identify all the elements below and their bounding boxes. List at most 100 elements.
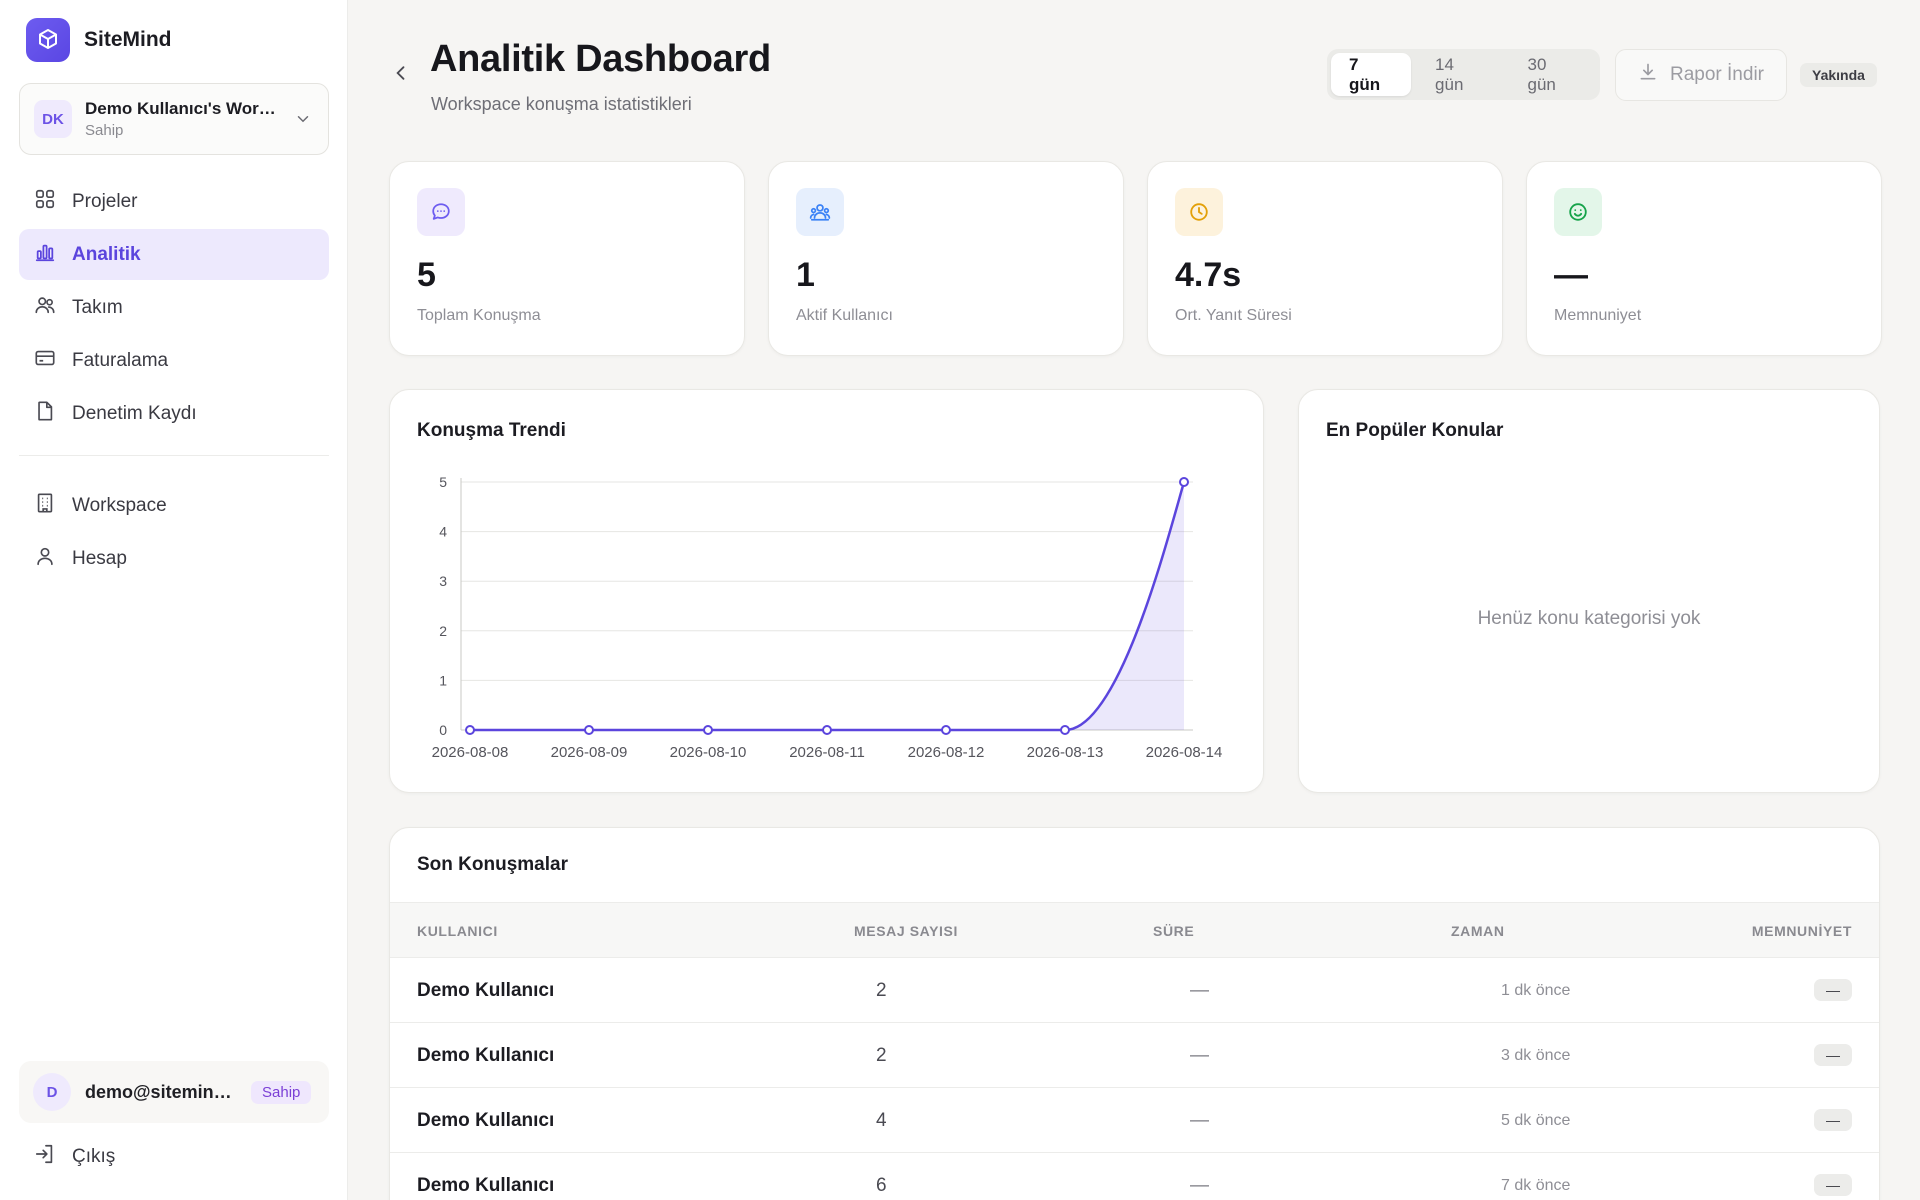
satisfaction-badge: — <box>1814 1044 1852 1066</box>
x-tick-label: 2026-08-13 <box>1027 744 1104 761</box>
table-row[interactable]: Demo Kullanıcı 6 — 7 dk önce — <box>390 1153 1879 1200</box>
data-point <box>1060 725 1070 735</box>
stat-card-active-users: 1 Aktif Kullanıcı <box>768 161 1124 356</box>
user-chip[interactable]: D demo@sitemind.com Sahip <box>19 1061 329 1123</box>
user-icon <box>34 545 56 573</box>
back-button[interactable] <box>388 60 414 86</box>
logout-label: Çıkış <box>72 1146 116 1167</box>
sidebar-item-hesap[interactable]: Hesap <box>19 533 329 584</box>
sidebar-nav: Projeler Analitik Takım Faturalama Denet… <box>19 176 329 586</box>
data-point <box>465 725 475 735</box>
satisfaction-badge: — <box>1814 979 1852 1001</box>
brand-name: SiteMind <box>84 28 172 51</box>
range-14-days[interactable]: 14 gün <box>1417 53 1503 96</box>
logout-button[interactable]: Çıkış <box>34 1143 115 1171</box>
users-icon <box>796 188 844 236</box>
recent-conversations-card: Son Konuşmalar KULLANICI MESAJ SAYISI SÜ… <box>389 827 1880 1200</box>
cell-user: Demo Kullanıcı <box>417 1110 555 1131</box>
role-badge: Sahip <box>251 1080 312 1104</box>
cell-time: 3 dk önce <box>1501 1047 1571 1064</box>
sidebar-item-label: Hesap <box>72 547 127 569</box>
credit-card-icon <box>34 347 56 375</box>
stat-value: 5 <box>417 256 436 294</box>
y-tick-label: 0 <box>439 722 447 738</box>
nav-divider <box>19 455 329 456</box>
y-tick-label: 4 <box>439 524 447 540</box>
sidebar-item-analitik[interactable]: Analitik <box>19 229 329 280</box>
workspace-switcher[interactable]: DK Demo Kullanıcı's Workspace Sahip <box>19 83 329 155</box>
column-header-message-count: MESAJ SAYISI <box>854 923 958 939</box>
users-icon <box>34 294 56 322</box>
workspace-avatar: DK <box>34 100 72 138</box>
stat-card-conversations: 5 Toplam Konuşma <box>389 161 745 356</box>
data-point <box>1179 477 1189 487</box>
stat-label: Ort. Yanıt Süresi <box>1175 307 1292 324</box>
user-email: demo@sitemind.com <box>85 1081 237 1102</box>
x-tick-label: 2026-08-12 <box>908 744 985 761</box>
download-report-button[interactable]: Rapor İndir <box>1615 49 1787 101</box>
stat-card-response-time: 4.7s Ort. Yanıt Süresi <box>1147 161 1503 356</box>
cell-duration: — <box>1190 1110 1209 1131</box>
stat-value: 4.7s <box>1175 256 1242 294</box>
series-area <box>470 482 1184 730</box>
date-range-selector: 7 gün 14 gün 30 gün <box>1327 49 1600 100</box>
x-tick-label: 2026-08-14 <box>1146 744 1223 761</box>
sidebar-item-projeler[interactable]: Projeler <box>19 176 329 227</box>
conversation-trend-card: Konuşma Trendi 0 1 2 3 4 5 2026-08-08 2026-08-0… <box>389 389 1264 793</box>
popular-topics-card: En Popüler Konular Henüz konu kategorisi… <box>1298 389 1880 793</box>
cell-time: 1 dk önce <box>1501 982 1571 999</box>
grid-icon <box>34 188 56 216</box>
clock-icon <box>1175 188 1223 236</box>
sidebar-item-label: Faturalama <box>72 349 169 371</box>
y-tick-label: 2 <box>439 623 447 639</box>
column-header-satisfaction: MEMNUNİYET <box>1751 923 1852 939</box>
range-7-days[interactable]: 7 gün <box>1331 53 1412 96</box>
building-icon <box>34 492 56 520</box>
stat-label: Memnuniyet <box>1554 307 1642 324</box>
stat-card-satisfaction: — Memnuniyet <box>1526 161 1882 356</box>
satisfaction-badge: — <box>1814 1174 1852 1196</box>
cell-message-count: 2 <box>876 1045 887 1066</box>
cell-user: Demo Kullanıcı <box>417 1045 555 1066</box>
sidebar-item-faturalama[interactable]: Faturalama <box>19 335 329 386</box>
brand[interactable]: SiteMind <box>26 18 172 62</box>
sidebar-item-takim[interactable]: Takım <box>19 282 329 333</box>
chevron-down-icon <box>292 108 314 130</box>
x-tick-label: 2026-08-09 <box>551 744 628 761</box>
page-subtitle: Workspace konuşma istatistikleri <box>431 94 692 114</box>
stat-value: — <box>1554 256 1588 294</box>
cell-duration: — <box>1190 1175 1209 1196</box>
sidebar-item-denetim-kaydi[interactable]: Denetim Kaydı <box>19 388 329 439</box>
data-point <box>822 725 832 735</box>
bar-chart-icon <box>34 241 56 269</box>
series-line <box>470 481 1186 732</box>
cube-icon <box>26 18 70 62</box>
sidebar-item-label: Takım <box>72 296 123 318</box>
card-title: En Popüler Konular <box>1326 420 1504 441</box>
table-header: KULLANICI MESAJ SAYISI SÜRE ZAMAN MEMNUN… <box>390 902 1879 958</box>
sidebar-item-workspace[interactable]: Workspace <box>19 480 329 531</box>
cell-message-count: 4 <box>876 1110 887 1131</box>
data-point <box>703 725 713 735</box>
sidebar-item-label: Analitik <box>72 243 141 265</box>
stat-value: 1 <box>796 256 815 294</box>
data-point <box>584 725 594 735</box>
empty-state-text: Henüz konu kategorisi yok <box>1477 608 1701 629</box>
cell-time: 7 dk önce <box>1501 1177 1571 1194</box>
column-header-duration: SÜRE <box>1153 923 1195 939</box>
sidebar: SiteMind DK Demo Kullanıcı's Workspace S… <box>0 0 348 1200</box>
table-row[interactable]: Demo Kullanıcı 2 — 1 dk önce — <box>390 958 1879 1023</box>
table-row[interactable]: Demo Kullanıcı 2 — 3 dk önce — <box>390 1023 1879 1088</box>
column-header-time: ZAMAN <box>1451 923 1505 939</box>
sidebar-item-label: Projeler <box>72 190 138 212</box>
cell-duration: — <box>1190 980 1209 1001</box>
range-30-days[interactable]: 30 gün <box>1510 53 1596 96</box>
message-icon <box>417 188 465 236</box>
card-title: Son Konuşmalar <box>417 854 568 875</box>
x-tick-label: 2026-08-10 <box>670 744 747 761</box>
logout-icon <box>34 1143 56 1171</box>
y-tick-label: 5 <box>439 474 447 490</box>
table-row[interactable]: Demo Kullanıcı 4 — 5 dk önce — <box>390 1088 1879 1153</box>
sidebar-item-label: Denetim Kaydı <box>72 402 197 424</box>
trend-chart: 0 1 2 3 4 5 2026-08-08 2026-08-09 2026-08-10 2026… <box>432 474 1223 761</box>
